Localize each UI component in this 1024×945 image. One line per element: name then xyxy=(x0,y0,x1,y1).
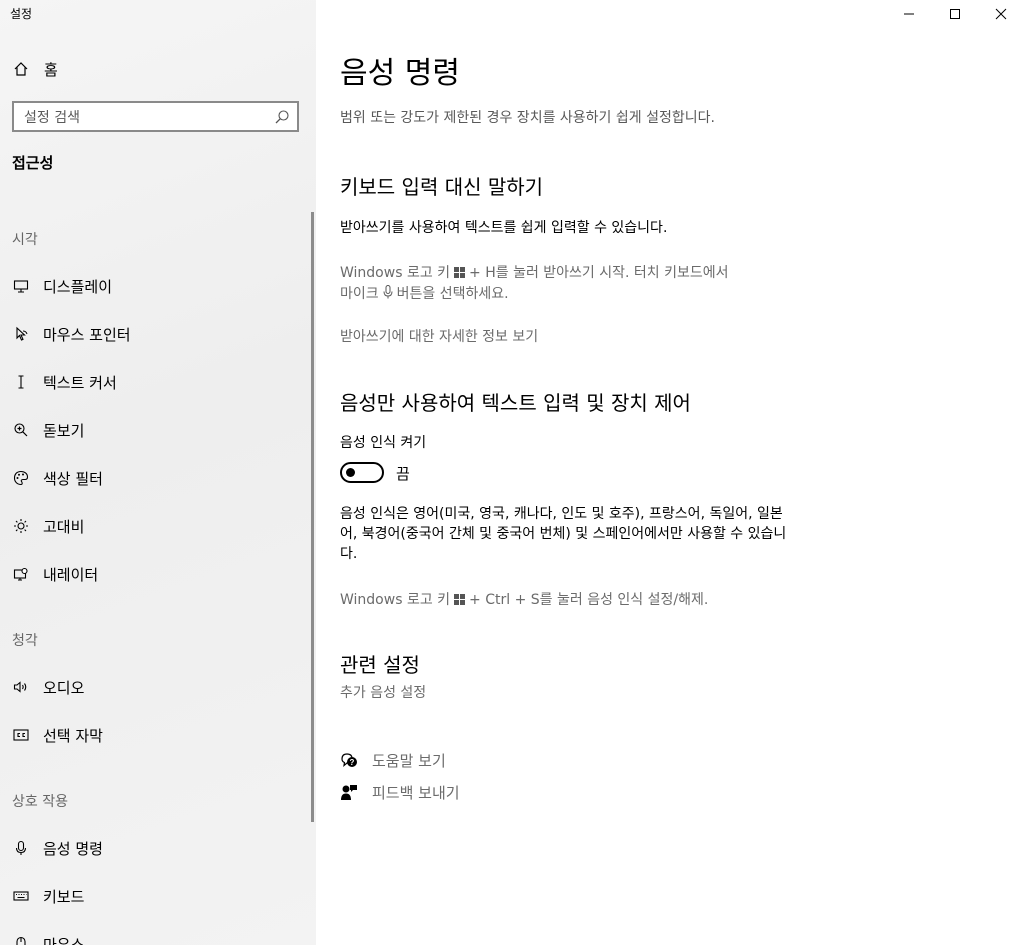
toggle-knob xyxy=(346,468,355,477)
sidebar-item-high-contrast[interactable]: 고대비 xyxy=(12,515,84,537)
send-feedback-link[interactable]: 피드백 보내기 xyxy=(340,781,460,803)
sidebar-item-speech[interactable]: 음성 명령 xyxy=(12,837,103,859)
page-subtitle: 범위 또는 강도가 제한된 경우 장치를 사용하기 쉽게 설정합니다. xyxy=(340,110,715,126)
window-title: 설정 xyxy=(10,7,33,21)
closed-caption-icon xyxy=(12,726,30,744)
dictation-hint-text: 버튼을 선택하세요. xyxy=(396,286,509,302)
speech-heading: 음성만 사용하여 텍스트 입력 및 장치 제어 xyxy=(340,391,691,415)
group-label-vision: 시각 xyxy=(12,232,38,248)
maximize-button[interactable] xyxy=(932,0,978,28)
svg-text:?: ? xyxy=(350,758,355,767)
sidebar-item-label: 키보드 xyxy=(43,887,85,906)
sidebar: 설정 홈 설정 검색 접근성 시각 디스플레이 마우스 포인터 텍스트 커서 돋… xyxy=(0,0,316,945)
speech-recognition-toggle[interactable] xyxy=(340,462,384,483)
group-label-interaction: 상호 작용 xyxy=(12,794,68,810)
windows-logo-icon xyxy=(454,591,466,611)
sidebar-item-label: 고대비 xyxy=(43,517,85,536)
feedback-icon xyxy=(340,783,358,801)
speech-hint-text: Windows 로고 키 xyxy=(340,592,451,608)
microphone-icon xyxy=(12,839,30,857)
dictation-heading: 키보드 입력 대신 말하기 xyxy=(340,175,544,199)
mouse-icon xyxy=(12,935,30,945)
sidebar-item-label: 마우스 포인터 xyxy=(43,325,131,344)
help-icon: ? xyxy=(340,751,358,769)
send-feedback-label: 피드백 보내기 xyxy=(372,783,460,802)
speech-description: 음성 인식은 영어(미국, 영국, 캐나다, 인도 및 호주), 프랑스어, 독… xyxy=(340,506,787,562)
related-settings-heading: 관련 설정 xyxy=(340,653,420,677)
text-cursor-icon xyxy=(12,373,30,391)
sidebar-item-narrator[interactable]: 내레이터 xyxy=(12,563,98,585)
sidebar-item-mouse[interactable]: 마우스 xyxy=(12,933,84,945)
search-icon[interactable] xyxy=(274,109,290,125)
sidebar-item-display[interactable]: 디스플레이 xyxy=(12,275,112,297)
search-input[interactable]: 설정 검색 xyxy=(12,101,299,132)
additional-speech-settings-link[interactable]: 추가 음성 설정 xyxy=(340,683,800,703)
display-icon xyxy=(12,277,30,295)
sidebar-item-closed-captions[interactable]: 선택 자막 xyxy=(12,724,103,746)
keyboard-icon xyxy=(12,887,30,905)
group-label-hearing: 청각 xyxy=(12,633,38,649)
sidebar-item-label: 디스플레이 xyxy=(43,277,113,296)
speech-hint: Windows 로고 키 + Ctrl + S를 눌러 음성 인식 설정/해제. xyxy=(340,590,800,611)
audio-icon xyxy=(12,678,30,696)
sidebar-item-label: 음성 명령 xyxy=(43,839,103,858)
sidebar-item-label: 오디오 xyxy=(43,678,85,697)
sidebar-item-mouse-pointer[interactable]: 마우스 포인터 xyxy=(12,323,131,345)
get-help-link[interactable]: ? 도움말 보기 xyxy=(340,749,446,771)
home-nav-item[interactable]: 홈 xyxy=(12,58,58,80)
high-contrast-icon xyxy=(12,517,30,535)
sidebar-item-label: 텍스트 커서 xyxy=(43,373,117,392)
sidebar-item-text-cursor[interactable]: 텍스트 커서 xyxy=(12,371,117,393)
sidebar-item-keyboard[interactable]: 키보드 xyxy=(12,885,84,907)
sidebar-item-label: 내레이터 xyxy=(43,565,99,584)
sidebar-item-label: 선택 자막 xyxy=(43,726,103,745)
dictation-learn-more-link[interactable]: 받아쓰기에 대한 자세한 정보 보기 xyxy=(340,327,800,347)
narrator-icon xyxy=(12,565,30,583)
close-button[interactable] xyxy=(978,0,1024,28)
windows-logo-icon xyxy=(454,264,466,284)
mouse-pointer-icon xyxy=(12,325,30,343)
section-title: 접근성 xyxy=(12,154,54,172)
microphone-icon xyxy=(383,285,393,305)
dictation-description: 받아쓰기를 사용하여 텍스트를 쉽게 입력할 수 있습니다. xyxy=(340,220,668,236)
sidebar-item-audio[interactable]: 오디오 xyxy=(12,676,84,698)
dictation-hint-text: 마이크 xyxy=(340,286,379,302)
sidebar-item-label: 마우스 xyxy=(43,935,85,945)
close-icon xyxy=(995,8,1007,20)
dictation-hint-text: Windows 로고 키 xyxy=(340,265,451,281)
speech-hint-text: + Ctrl + S를 눌러 음성 인식 설정/해제. xyxy=(469,592,709,608)
minimize-icon xyxy=(904,13,914,15)
sidebar-item-color-filter[interactable]: 색상 필터 xyxy=(12,467,103,489)
sidebar-item-label: 색상 필터 xyxy=(43,469,103,488)
sidebar-item-magnifier[interactable]: 돋보기 xyxy=(12,419,84,441)
magnifier-icon xyxy=(12,421,30,439)
minimize-button[interactable] xyxy=(886,0,932,28)
toggle-state-label: 끔 xyxy=(396,465,410,483)
window-controls xyxy=(886,0,1024,28)
color-filter-icon xyxy=(12,469,30,487)
dictation-hint: Windows 로고 키 + H를 눌러 받아쓰기 시작. 터치 키보드에서 마이… xyxy=(340,263,800,305)
maximize-icon xyxy=(950,9,960,19)
main-content: 음성 명령 범위 또는 강도가 제한된 경우 장치를 사용하기 쉽게 설정합니다… xyxy=(316,0,1024,945)
get-help-label: 도움말 보기 xyxy=(372,751,446,770)
sidebar-scrollbar[interactable] xyxy=(311,212,314,822)
search-placeholder: 설정 검색 xyxy=(24,109,80,126)
speech-toggle-title: 음성 인식 켜기 xyxy=(340,435,427,451)
home-icon xyxy=(12,60,30,78)
settings-window: 설정 홈 설정 검색 접근성 시각 디스플레이 마우스 포인터 텍스트 커서 돋… xyxy=(0,0,1024,945)
home-label: 홈 xyxy=(44,60,58,79)
dictation-hint-text: + H를 눌러 받아쓰기 시작. 터치 키보드에서 xyxy=(469,265,729,281)
sidebar-item-label: 돋보기 xyxy=(43,421,85,440)
page-title: 음성 명령 xyxy=(340,56,460,91)
